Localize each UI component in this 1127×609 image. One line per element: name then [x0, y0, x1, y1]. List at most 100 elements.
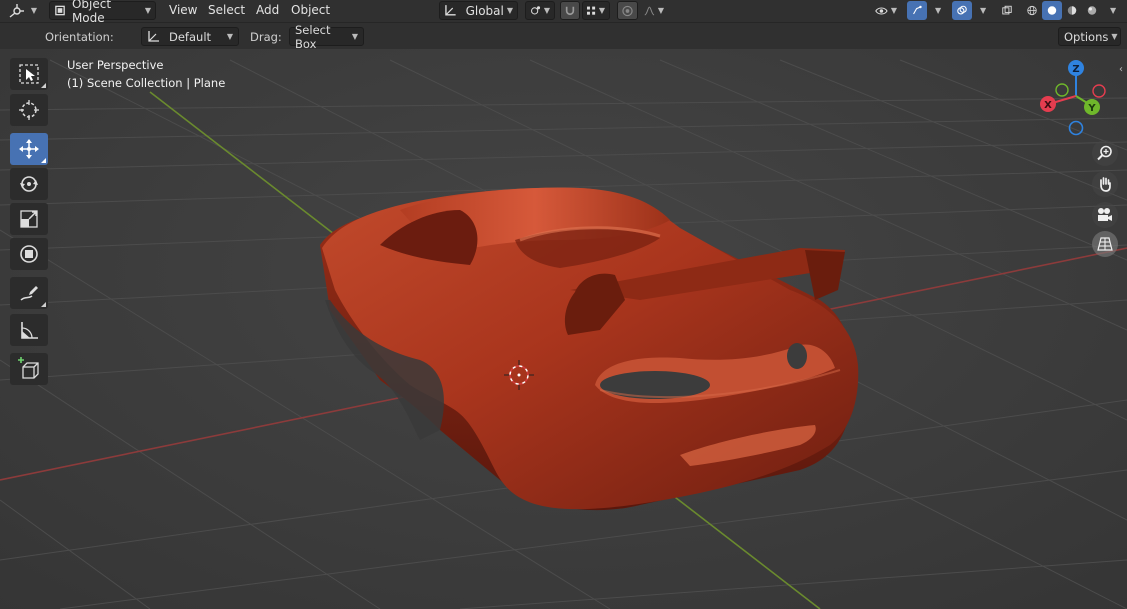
neg-x-handle[interactable]: [1092, 84, 1106, 98]
add-cube-icon: [18, 357, 39, 379]
perspective-toggle-button[interactable]: [1092, 231, 1118, 257]
navigation-gizmo[interactable]: Z X Y: [1036, 58, 1116, 140]
drag-value: Select Box: [295, 22, 331, 51]
object-mode-icon: [55, 5, 65, 16]
shading-material-button[interactable]: [1062, 1, 1082, 20]
y-axis-handle[interactable]: Y: [1084, 99, 1100, 115]
snap-target-dropdown[interactable]: ▼: [582, 1, 610, 20]
tool-measure[interactable]: [10, 314, 48, 346]
menu-add[interactable]: Add: [256, 3, 279, 17]
3d-viewport[interactable]: [0, 0, 1127, 609]
orientation-label: Global: [465, 3, 504, 18]
falloff-dropdown[interactable]: ▼: [639, 1, 669, 20]
hand-icon: [1100, 177, 1111, 192]
scale-icon: [20, 210, 38, 228]
perspective-grid-icon: [1097, 237, 1113, 251]
chevron-down-icon: ▼: [506, 6, 513, 15]
xray-icon: [1002, 5, 1012, 15]
viewport-header: ▼ Object Mode ▼ View Select Add Object G…: [0, 0, 1127, 25]
transform-icon: [20, 245, 38, 263]
chevron-down-icon: ▼: [935, 6, 942, 15]
menu-select[interactable]: Select: [208, 3, 245, 17]
proportional-edit-toggle[interactable]: [617, 1, 638, 20]
tool-settings-bar: Orientation: Default ▼ Drag: Select Box …: [0, 23, 1127, 51]
chevron-down-icon: ▼: [890, 6, 897, 15]
orientation-value: Default: [169, 29, 212, 44]
orientation-icon: [148, 31, 159, 42]
menu-object[interactable]: Object: [291, 3, 330, 17]
wireframe-sphere-icon: [1027, 5, 1037, 16]
svg-text:Y: Y: [1087, 103, 1096, 114]
tool-scale[interactable]: [10, 203, 48, 235]
annotate-pencil-icon: [20, 286, 38, 301]
neg-y-handle[interactable]: [1055, 83, 1069, 97]
solid-sphere-icon: [1047, 6, 1057, 15]
shading-wireframe-button[interactable]: [1022, 1, 1042, 20]
shading-dropdown[interactable]: ▼: [1102, 1, 1116, 20]
pivot-point-dropdown[interactable]: ▼: [525, 1, 555, 20]
options-dropdown[interactable]: Options ▼: [1058, 27, 1121, 46]
chevron-down-icon: ▼: [543, 6, 550, 15]
perspective-label: User Perspective: [67, 58, 164, 72]
mode-dropdown[interactable]: Object Mode ▼: [49, 0, 156, 25]
overlays-icon: [957, 5, 967, 15]
drag-label: Drag:: [250, 30, 282, 44]
tool-transform[interactable]: [10, 238, 48, 270]
select-box-icon: [19, 64, 39, 84]
chevron-down-icon: ▼: [226, 32, 233, 41]
shading-rendered-button[interactable]: [1082, 1, 1102, 20]
snap-grid-icon: [587, 6, 596, 15]
drag-dropdown[interactable]: Select Box ▼: [289, 23, 364, 51]
camera-icon: [1098, 208, 1112, 221]
mode-label: Object Mode: [71, 0, 112, 25]
chevron-down-icon: ▼: [598, 6, 605, 15]
zoom-magnifier-icon: [1097, 145, 1112, 161]
falloff-curve-icon: [644, 6, 655, 15]
tool-move[interactable]: [10, 133, 48, 165]
gizmo-dropdown[interactable]: ▼: [927, 1, 941, 20]
material-sphere-icon: [1067, 6, 1077, 15]
gizmo-icon: [913, 5, 922, 15]
overlays-dropdown[interactable]: ▼: [972, 1, 986, 20]
collection-info: (1) Scene Collection | Plane: [67, 76, 226, 90]
chevron-down-icon: ▼: [351, 32, 358, 41]
tool-rotate[interactable]: [10, 168, 48, 200]
zoom-button[interactable]: [1092, 140, 1118, 166]
magnet-icon: [565, 6, 575, 15]
tool-select-box[interactable]: [10, 58, 48, 90]
tool-annotate[interactable]: [10, 277, 48, 309]
overlays-toggle[interactable]: [952, 1, 972, 20]
sidebar-toggle-icon[interactable]: ‹: [1119, 64, 1123, 75]
editor-type-button[interactable]: ▼: [4, 1, 42, 20]
tool-cursor[interactable]: [10, 94, 48, 126]
cursor-icon: [19, 100, 39, 120]
options-label: Options: [1064, 29, 1109, 44]
editor-type-icon: [9, 3, 24, 18]
gizmo-toggle[interactable]: [907, 1, 927, 20]
measure-ruler-icon: [21, 322, 38, 339]
rotate-icon: [20, 176, 38, 192]
xray-toggle[interactable]: [997, 1, 1017, 20]
z-axis-handle[interactable]: Z: [1068, 60, 1084, 76]
neg-z-handle[interactable]: [1068, 120, 1084, 136]
orientation-label: Orientation:: [45, 30, 114, 44]
camera-view-button[interactable]: [1092, 202, 1118, 228]
chevron-down-icon: ▼: [1111, 32, 1118, 41]
svg-text:X: X: [1044, 100, 1052, 111]
chevron-down-icon: ▼: [657, 6, 664, 15]
snap-toggle[interactable]: [560, 1, 580, 20]
chevron-down-icon: ▼: [144, 6, 151, 15]
visibility-dropdown[interactable]: ▼: [870, 1, 902, 20]
move-icon: [19, 139, 39, 159]
proportional-edit-icon: [622, 5, 633, 16]
chevron-down-icon: ▼: [30, 6, 37, 15]
eye-icon: [875, 6, 888, 15]
tool-add-cube[interactable]: [10, 353, 48, 385]
pan-button[interactable]: [1092, 171, 1118, 197]
orientation-dropdown[interactable]: Default ▼: [141, 27, 239, 46]
x-axis-handle[interactable]: X: [1040, 96, 1056, 112]
menu-view[interactable]: View: [169, 3, 197, 17]
shading-solid-button[interactable]: [1042, 1, 1062, 20]
chevron-down-icon: ▼: [980, 6, 987, 15]
transform-orientation-dropdown[interactable]: Global ▼: [439, 1, 518, 20]
